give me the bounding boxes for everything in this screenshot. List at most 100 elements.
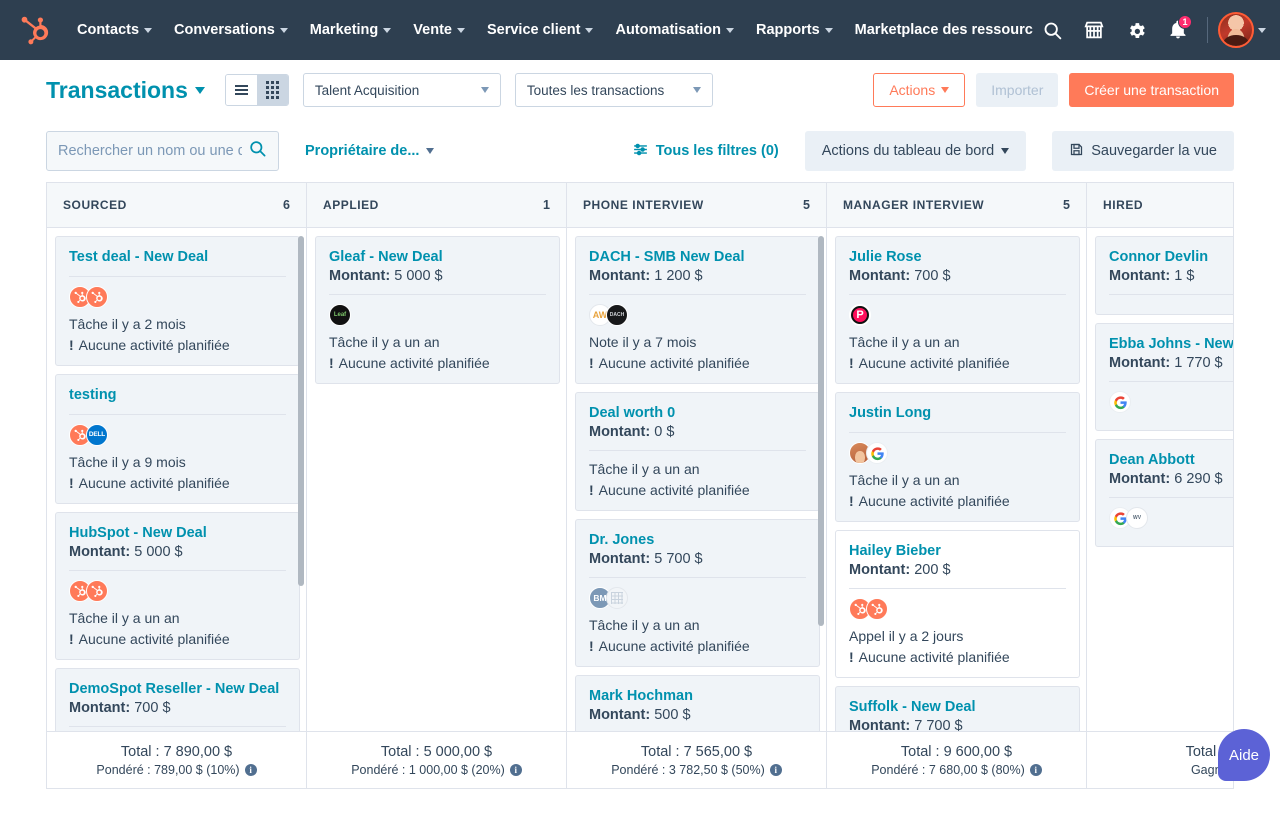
column-card-list[interactable]: Gleaf - New Deal Montant: 5 000 $ Leaf Tâch… (307, 228, 566, 731)
nav-item-marketplace[interactable]: Marketplace des ressources (844, 16, 1033, 44)
deal-card[interactable]: Dean Abbott Montant: 6 290 $ WV (1095, 439, 1233, 548)
deal-card-title[interactable]: Dr. Jones (589, 531, 806, 549)
company-avatar-icon: DACH (606, 304, 628, 327)
column-card-list[interactable]: Julie Rose Montant: 700 $ Tâche il y a un … (827, 228, 1086, 731)
divider (69, 726, 286, 728)
column-count: 1 (543, 198, 550, 212)
column-card-list[interactable]: Connor Devlin Montant: 1 $ Ebba Johns - Ne… (1087, 228, 1233, 731)
user-account-menu[interactable] (1218, 12, 1266, 48)
deal-card-next-activity: ! Aucune activité planifiée (849, 647, 1066, 667)
page-title[interactable]: Transactions (46, 77, 205, 104)
deal-card[interactable]: Suffolk - New DealMontant: 7 700 $Note i… (835, 686, 1080, 731)
board-container: SOURCED 6 Test deal - New Deal Tâche il y a… (0, 182, 1280, 789)
deal-card-title[interactable]: testing (69, 386, 286, 404)
deal-card-title[interactable]: Ebba Johns - New Deal (1109, 335, 1233, 353)
deal-card-amount: Montant: 700 $ (849, 268, 951, 285)
nav-item-vente[interactable]: Vente (402, 16, 476, 44)
help-button-label: Aide (1228, 746, 1260, 764)
hubspot-sprocket-logo-icon[interactable] (18, 13, 52, 47)
nav-item-rapports[interactable]: Rapports (745, 16, 844, 44)
column-card-list[interactable]: DACH - SMB New Deal Montant: 1 200 $ AW DAC… (567, 228, 826, 731)
deal-card-title[interactable]: Gleaf - New Deal (329, 248, 546, 266)
placeholder-avatar-icon (606, 587, 628, 610)
deal-card-title[interactable]: Connor Devlin (1109, 248, 1233, 266)
deal-card-title[interactable]: DACH - SMB New Deal (589, 248, 806, 266)
info-icon[interactable]: i (509, 763, 522, 776)
nav-item-label: Vente (413, 22, 452, 38)
column-scrollbar[interactable] (298, 236, 304, 586)
info-icon[interactable]: i (1029, 763, 1042, 776)
settings-gear-icon[interactable] (1117, 11, 1155, 49)
deal-card-title[interactable]: Deal worth 0 (589, 404, 806, 422)
nav-item-automatisation[interactable]: Automatisation (604, 16, 745, 44)
deal-card[interactable]: Test deal - New Deal Tâche il y a 2 mois!… (55, 236, 300, 367)
exclamation-icon: ! (589, 637, 594, 654)
deal-card-title[interactable]: Suffolk - New Deal (849, 698, 1066, 716)
deal-card[interactable]: Hailey Bieber Montant: 200 $ Appel il y a … (835, 530, 1080, 679)
column-card-list[interactable]: Test deal - New Deal Tâche il y a 2 mois!… (47, 228, 306, 731)
divider (69, 570, 286, 572)
deal-card[interactable]: Connor Devlin Montant: 1 $ (1095, 236, 1233, 316)
chevron-down-icon (194, 86, 205, 94)
next-activity-label: Aucune activité planifiée (858, 354, 1010, 371)
import-button[interactable]: Importer (976, 73, 1059, 107)
deal-card-title[interactable]: HubSpot - New Deal (69, 524, 286, 542)
marketplace-icon[interactable] (1075, 11, 1113, 49)
nav-item-conversations[interactable]: Conversations (163, 16, 299, 44)
chevron-down-icon (279, 27, 288, 33)
deal-card[interactable]: Dr. Jones Montant: 5 700 $ BM Tâche il y a … (575, 519, 820, 668)
deal-card[interactable]: Ebba Johns - New Deal Montant: 1 770 $ (1095, 323, 1233, 432)
nav-item-label: Marketplace des ressources (854, 22, 1033, 38)
deal-card[interactable]: DemoSpot Reseller - New Deal Montant: 700… (55, 668, 300, 731)
deal-card[interactable]: HubSpot - New Deal Montant: 5 000 $ Tâche … (55, 512, 300, 661)
company-avatar-icon: WV (1126, 507, 1148, 530)
next-activity-label: Aucune activité planifiée (598, 637, 750, 654)
info-icon[interactable]: i (244, 763, 257, 776)
notifications-bell-icon[interactable]: 1 (1159, 11, 1197, 49)
search-input[interactable] (58, 143, 242, 159)
list-view-icon[interactable] (225, 75, 257, 105)
deal-card[interactable]: Mark HochmanMontant: 500 $LMTâche il y a… (575, 675, 820, 731)
nav-item-contacts[interactable]: Contacts (66, 16, 163, 44)
avatar (1218, 12, 1254, 48)
nav-item-label: Contacts (77, 22, 140, 38)
deal-card-title[interactable]: DemoSpot Reseller - New Deal (69, 680, 286, 698)
deal-card-title[interactable]: Test deal - New Deal (69, 248, 286, 266)
deal-card-title[interactable]: Julie Rose (849, 248, 1066, 266)
next-activity-label: Aucune activité planifiée (78, 630, 230, 647)
pipeline-select[interactable]: Talent Acquisition (302, 73, 501, 107)
info-icon[interactable]: i (769, 763, 782, 776)
deal-card-title[interactable]: Justin Long (849, 404, 1066, 422)
chevron-down-icon (456, 27, 465, 33)
saved-view-select[interactable]: Toutes les transactions (514, 73, 713, 107)
board-actions-label: Actions du tableau de bord (821, 143, 995, 159)
deal-card[interactable]: DACH - SMB New Deal Montant: 1 200 $ AW DAC… (575, 236, 820, 385)
deal-card[interactable]: testing DELL Tâche il y a 9 mois! Aucune ac… (55, 374, 300, 505)
deal-card[interactable]: Julie Rose Montant: 700 $ Tâche il y a un … (835, 236, 1080, 385)
search-icon[interactable] (248, 139, 267, 163)
weighted-label: Pondéré : 3 782,50 $ (50%) (611, 762, 765, 777)
search-icon[interactable] (1033, 11, 1071, 49)
deal-card-amount: Montant: 1 770 $ (1109, 355, 1223, 372)
deal-card[interactable]: Justin Long Tâche il y a un an! Aucune act… (835, 392, 1080, 523)
deal-card-title[interactable]: Mark Hochman (589, 687, 806, 705)
nav-item-service-client[interactable]: Service client (476, 16, 605, 44)
board-actions-button[interactable]: Actions du tableau de bord (804, 131, 1027, 171)
create-deal-button[interactable]: Créer une transaction (1069, 73, 1234, 107)
deal-card-title[interactable]: Dean Abbott (1109, 451, 1233, 469)
save-view-button[interactable]: Sauvegarder la vue (1052, 131, 1234, 171)
nav-item-marketing[interactable]: Marketing (299, 16, 403, 44)
board-view-icon[interactable] (256, 75, 288, 105)
deal-card[interactable]: Deal worth 0 Montant: 0 $ Tâche il y a un … (575, 392, 820, 512)
deal-card-title[interactable]: Hailey Bieber (849, 542, 1066, 560)
column-name: SOURCED (63, 198, 127, 212)
help-button[interactable]: Aide (1218, 729, 1270, 781)
column-header: APPLIED 1 (307, 183, 566, 228)
owner-filter-dropdown[interactable]: Propriétaire de... (305, 143, 435, 159)
search-box[interactable] (46, 131, 279, 171)
associated-records-avatars (69, 580, 286, 603)
actions-button[interactable]: Actions (873, 73, 966, 107)
deal-card[interactable]: Gleaf - New Deal Montant: 5 000 $ Leaf Tâch… (315, 236, 560, 385)
all-filters-button[interactable]: Tous les filtres (0) (632, 141, 779, 162)
column-scrollbar[interactable] (818, 236, 824, 626)
